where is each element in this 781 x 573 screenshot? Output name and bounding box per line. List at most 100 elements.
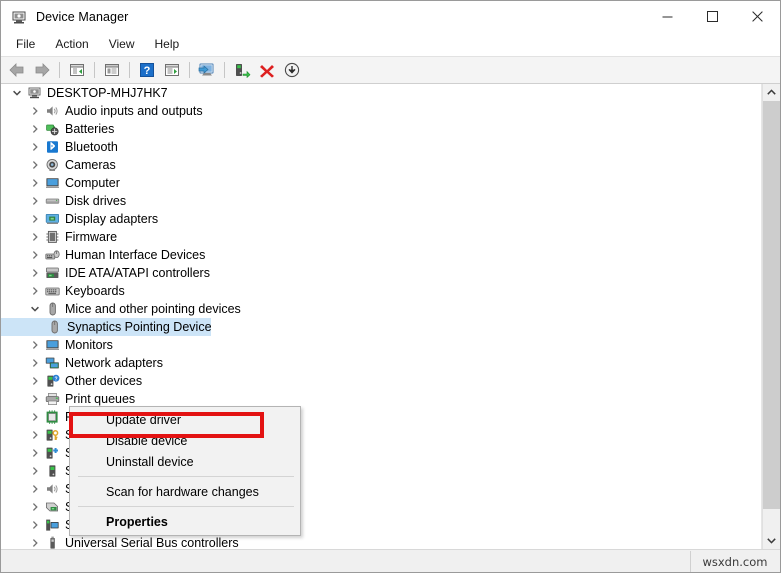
toolbar-separator-4 [189, 62, 190, 78]
svg-text:?: ? [54, 376, 57, 382]
chevron-right-icon[interactable] [27, 372, 43, 390]
minimize-button[interactable] [645, 1, 690, 32]
device-tree[interactable]: DESKTOP-MHJ7HK7 Audio inputs and outputs [1, 84, 762, 549]
chevron-right-icon[interactable] [27, 264, 43, 282]
menu-view[interactable]: View [99, 34, 145, 55]
chevron-right-icon[interactable] [27, 534, 43, 549]
tree-item-label: IDE ATA/ATAPI controllers [65, 266, 210, 280]
tree-item-computer[interactable]: Computer [1, 174, 761, 192]
tree-item-disk-drives[interactable]: Disk drives [1, 192, 761, 210]
tree-item-cameras[interactable]: Cameras [1, 156, 761, 174]
tree-item-batteries[interactable]: Batteries [1, 120, 761, 138]
tree-item-firmware[interactable]: Firmware [1, 228, 761, 246]
ctx-properties[interactable]: Properties [70, 511, 300, 532]
menu-help[interactable]: Help [145, 34, 190, 55]
monitor-icon [43, 175, 61, 191]
tree-item-bluetooth[interactable]: Bluetooth [1, 138, 761, 156]
other-device-icon: ? [43, 373, 61, 389]
display-adapter-icon [43, 211, 61, 227]
chevron-right-icon[interactable] [27, 192, 43, 210]
back-button[interactable] [5, 59, 29, 81]
mouse-icon [43, 301, 61, 317]
chevron-right-icon[interactable] [27, 354, 43, 372]
disable-device-button[interactable] [280, 59, 304, 81]
scroll-down-button[interactable] [763, 532, 780, 549]
menu-action[interactable]: Action [45, 34, 98, 55]
chevron-right-icon[interactable] [27, 390, 43, 408]
menu-file[interactable]: File [6, 34, 45, 55]
chevron-right-icon[interactable] [27, 516, 43, 534]
ctx-scan-for-hardware-changes[interactable]: Scan for hardware changes [70, 481, 300, 502]
help-question-button[interactable]: ? [135, 59, 159, 81]
ctx-update-driver[interactable]: Update driver [70, 409, 300, 430]
menu-bar: File Action View Help [1, 33, 780, 56]
uninstall-device-button[interactable] [255, 59, 279, 81]
chevron-down-icon[interactable] [27, 300, 43, 318]
maximize-button[interactable] [690, 1, 735, 32]
chevron-right-icon[interactable] [27, 444, 43, 462]
tree-item-network-adapters[interactable]: Network adapters [1, 354, 761, 372]
ctx-uninstall-device[interactable]: Uninstall device [70, 451, 300, 472]
tree-item-monitors[interactable]: Monitors [1, 336, 761, 354]
tree-item-label: Disk drives [65, 194, 127, 208]
tree-item-desktop-root[interactable]: DESKTOP-MHJ7HK7 [1, 84, 761, 102]
printer-icon [43, 391, 61, 407]
chevron-right-icon[interactable] [27, 246, 43, 264]
title-bar: Device Manager [1, 1, 780, 33]
forward-button[interactable] [30, 59, 54, 81]
tree-item-label: Human Interface Devices [65, 248, 206, 262]
chevron-right-icon[interactable] [27, 408, 43, 426]
chevron-right-icon[interactable] [27, 210, 43, 228]
chevron-down-icon[interactable] [9, 84, 25, 102]
vertical-scrollbar[interactable] [762, 84, 780, 549]
chevron-right-icon[interactable] [27, 426, 43, 444]
tree-item-display-adapters[interactable]: Display adapters [1, 210, 761, 228]
tree-item-label: Display adapters [65, 212, 159, 226]
properties-window-button[interactable] [100, 59, 124, 81]
system-device-icon [43, 517, 61, 533]
chevron-right-icon[interactable] [27, 174, 43, 192]
tree-item-label: Universal Serial Bus controllers [65, 536, 239, 549]
update-driver-button[interactable] [230, 59, 254, 81]
tree-item-label: Synaptics Pointing Device [67, 320, 212, 334]
action-pane-button[interactable] [160, 59, 184, 81]
scrollbar-track[interactable] [763, 101, 780, 532]
tree-item-audio-inputs-and-outputs[interactable]: Audio inputs and outputs [1, 102, 761, 120]
chevron-right-icon[interactable] [27, 336, 43, 354]
tree-item-other-devices[interactable]: ? Other devices [1, 372, 761, 390]
chevron-right-icon[interactable] [27, 102, 43, 120]
tree-item-ide-ata-atapi-controllers[interactable]: IDE ATA/ATAPI controllers [1, 264, 761, 282]
monitor-icon [43, 337, 61, 353]
scan-hardware-button[interactable] [195, 59, 219, 81]
context-menu-separator-2 [78, 506, 294, 507]
chevron-right-icon[interactable] [27, 282, 43, 300]
chevron-right-icon[interactable] [27, 228, 43, 246]
tree-item-keyboards[interactable]: Keyboards [1, 282, 761, 300]
window-title: Device Manager [36, 10, 129, 24]
tree-item-label: Network adapters [65, 356, 163, 370]
context-menu[interactable]: Update driver Disable device Uninstall d… [69, 406, 301, 536]
toolbar: ? [1, 56, 780, 84]
chevron-right-icon[interactable] [27, 156, 43, 174]
chevron-right-icon[interactable] [27, 480, 43, 498]
scrollbar-thumb[interactable] [763, 101, 780, 509]
chevron-right-icon[interactable] [27, 138, 43, 156]
scroll-up-button[interactable] [763, 84, 780, 101]
network-adapter-icon [43, 355, 61, 371]
close-button[interactable] [735, 1, 780, 32]
chevron-right-icon[interactable] [27, 462, 43, 480]
computer-root-icon [25, 85, 43, 101]
tree-item-synaptics-pointing-device[interactable]: Synaptics Pointing Device [1, 318, 761, 336]
tree-item-mice-and-other-pointing-devices[interactable]: Mice and other pointing devices [1, 300, 761, 318]
tree-item-human-interface-devices[interactable]: Human Interface Devices [1, 246, 761, 264]
tree-item-universal-serial-bus-controllers[interactable]: Universal Serial Bus controllers [1, 534, 761, 549]
toolbar-separator-1 [59, 62, 60, 78]
processor-icon [43, 409, 61, 425]
ctx-disable-device[interactable]: Disable device [70, 430, 300, 451]
console-tree-button[interactable] [65, 59, 89, 81]
tree-item-label: Bluetooth [65, 140, 118, 154]
toolbar-separator-3 [129, 62, 130, 78]
storage-controller-icon [43, 499, 61, 515]
chevron-right-icon[interactable] [27, 120, 43, 138]
chevron-right-icon[interactable] [27, 498, 43, 516]
